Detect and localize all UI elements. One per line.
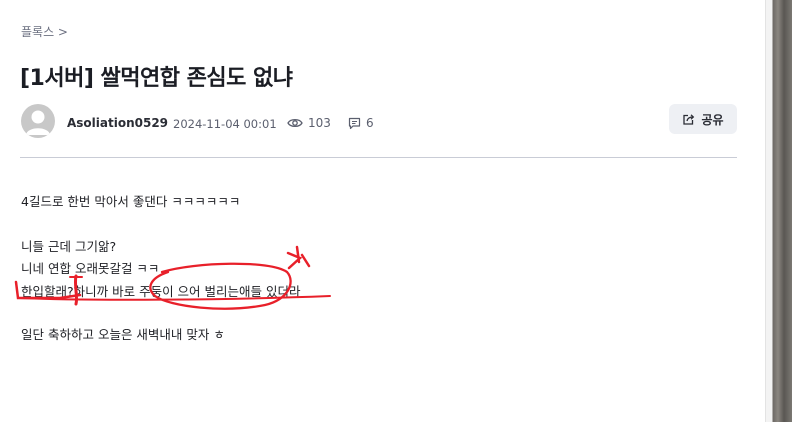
share-button[interactable]: 공유 — [669, 104, 737, 134]
comment-count[interactable]: 6 — [348, 116, 374, 130]
share-icon — [683, 113, 695, 125]
body-line-4: 한입할래?하니까 바로 주둥이 으어 벌리는애들 있더라 — [21, 284, 301, 299]
view-count-value: 103 — [308, 116, 331, 130]
body-line-1: 4길드로 한번 막아서 좋댄다 ㅋㅋㅋㅋㅋㅋ — [21, 194, 241, 209]
scrollbar[interactable] — [766, 0, 792, 422]
divider — [20, 157, 737, 158]
user-placeholder-icon — [26, 110, 50, 135]
breadcrumb[interactable]: 플록스 > — [21, 23, 68, 40]
post-meta: Asoliation0529 2024-11-04 00:01 103 6 공유 — [21, 104, 737, 140]
eye-icon — [287, 118, 303, 128]
share-label: 공유 — [701, 112, 724, 127]
body-line-5: 일단 축하하고 오늘은 새벽내내 맞자 ㅎ — [21, 327, 225, 342]
view-count: 103 — [287, 116, 331, 130]
post-title: [1서버] 쌀먹연합 존심도 없냐 — [20, 66, 293, 91]
post-date: 2024-11-04 00:01 — [173, 117, 277, 131]
body-line-3: 니네 연합 오래못갈걸 ㅋㅋ — [21, 261, 160, 276]
body-line-2: 니들 근데 그기앎? — [21, 239, 117, 254]
comment-count-value: 6 — [366, 116, 374, 130]
author-name[interactable]: Asoliation0529 — [67, 116, 168, 130]
avatar[interactable] — [21, 104, 55, 138]
comment-icon — [348, 117, 361, 129]
